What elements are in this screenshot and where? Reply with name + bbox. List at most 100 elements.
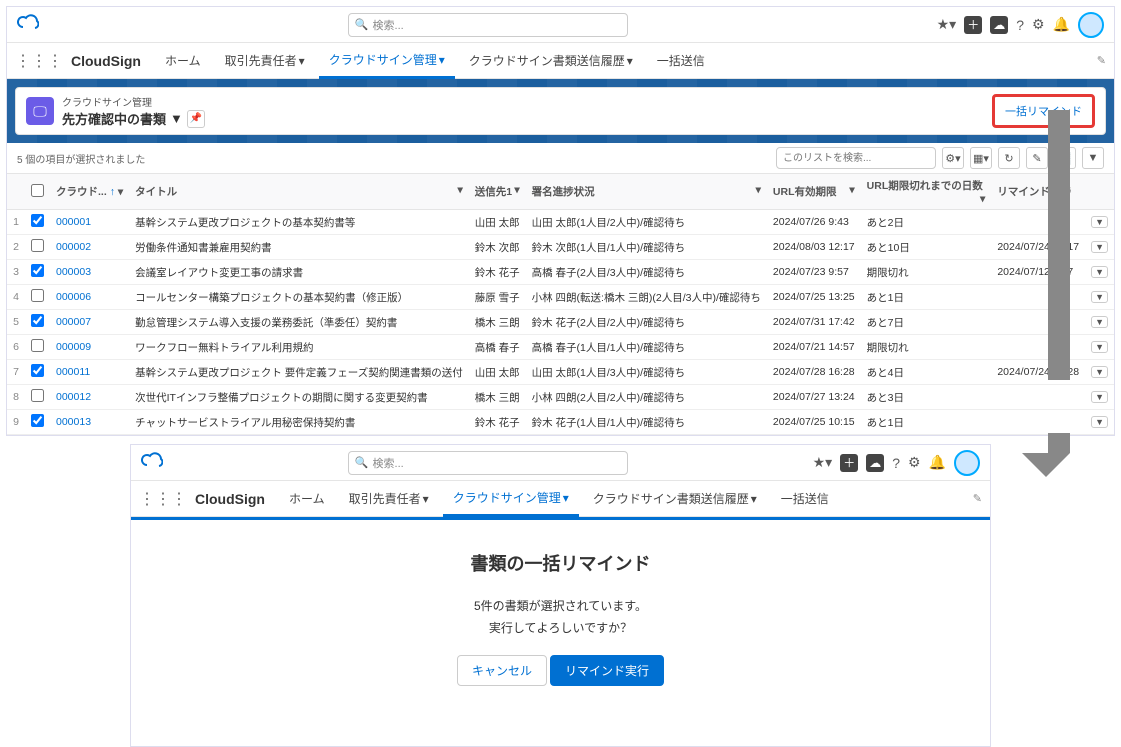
global-search[interactable]: 🔍 検索... [348, 13, 628, 37]
bulk-remind-button[interactable]: 一括リマインド [992, 94, 1095, 128]
remind-execute-button[interactable]: リマインド実行 [550, 655, 664, 686]
doc-id-link[interactable]: 000006 [56, 291, 91, 303]
col-remind-dt[interactable]: リマインド日時 [991, 174, 1085, 210]
tab-cloudsign-mgmt[interactable]: クラウドサイン管理 ▾ [319, 43, 455, 79]
doc-id-link[interactable]: 000012 [56, 391, 91, 403]
confirm-title: 書類の一括リマインド [131, 550, 990, 576]
table-row: 5000007勤怠管理システム導入支援の業務委託（準委任）契約書橋木 三朗鈴木 … [7, 310, 1114, 335]
global-search[interactable]: 🔍 検索... [348, 451, 628, 475]
refresh-button[interactable]: ↻ [998, 147, 1020, 169]
gear-icon[interactable]: ⚙ [908, 454, 921, 471]
tab-home[interactable]: ホーム [155, 44, 211, 77]
pencil-icon[interactable]: ✎ [973, 492, 982, 505]
tab-contacts[interactable]: 取引先責任者 ▾ [339, 482, 439, 515]
row-checkbox[interactable] [31, 414, 44, 427]
help-icon[interactable]: ? [1016, 17, 1024, 33]
avatar[interactable] [954, 450, 980, 476]
app-launcher-icon[interactable]: ⋮⋮⋮ [139, 489, 187, 509]
row-menu-button[interactable]: ▼ [1091, 216, 1108, 228]
row-menu-button[interactable]: ▼ [1091, 266, 1108, 278]
doc-id-link[interactable]: 000009 [56, 341, 91, 353]
edit-button[interactable]: ✎ [1026, 147, 1048, 169]
doc-title: 基幹システム更改プロジェクト 要件定義フェーズ契約関連書類の送付 [129, 360, 469, 385]
gear-icon[interactable]: ⚙ [1032, 16, 1045, 33]
add-icon[interactable]: ＋ [840, 454, 858, 472]
filter-button[interactable]: ▼ [1082, 147, 1104, 169]
tab-bulk-send[interactable]: 一括送信 [647, 44, 715, 77]
col-cloud-id[interactable]: クラウド... ↑ ▾ [50, 174, 129, 210]
cloud-app-icon[interactable]: ☁ [866, 454, 884, 472]
row-number: 6 [7, 335, 25, 360]
row-menu-button[interactable]: ▼ [1091, 341, 1108, 353]
row-checkbox[interactable] [31, 214, 44, 227]
col-title[interactable]: タイトル ▾ [129, 174, 469, 210]
row-checkbox[interactable] [31, 364, 44, 377]
row-checkbox[interactable] [31, 389, 44, 402]
days-left: あと10日 [861, 235, 992, 260]
row-checkbox[interactable] [31, 264, 44, 277]
list-search-input[interactable] [776, 147, 936, 169]
pin-icon[interactable]: 📌 [187, 110, 205, 128]
star-icon[interactable]: ★▾ [937, 16, 957, 33]
doc-id-link[interactable]: 000011 [56, 366, 90, 378]
avatar[interactable] [1078, 12, 1104, 38]
table-row: 4000006コールセンター構築プロジェクトの基本契約書（修正版）藤原 雪子小林… [7, 285, 1114, 310]
sign-status: 高橋 春子(2人目/3人中)/確認待ち [526, 260, 767, 285]
table-row: 9000013チャットサービストライアル用秘密保持契約書鈴木 花子鈴木 花子(1… [7, 410, 1114, 435]
row-menu-button[interactable]: ▼ [1091, 391, 1108, 403]
doc-id-link[interactable]: 000013 [56, 416, 91, 428]
col-recipient[interactable]: 送信先1 ▾ [469, 174, 526, 210]
col-days-left[interactable]: URL期限切れまでの日数 ▾ [861, 174, 992, 210]
row-menu-button[interactable]: ▼ [1091, 241, 1108, 253]
document-table: クラウド... ↑ ▾ タイトル ▾ 送信先1 ▾ 署名進捗状況 ▾ URL有効… [7, 173, 1114, 435]
col-status[interactable]: 署名進捗状況 ▾ [526, 174, 767, 210]
tab-home[interactable]: ホーム [279, 482, 335, 515]
doc-id-link[interactable]: 000002 [56, 241, 91, 253]
tab-bulk-send[interactable]: 一括送信 [771, 482, 839, 515]
doc-id-link[interactable]: 000007 [56, 316, 91, 328]
remind-datetime: 2024/07/24 16:28 [991, 360, 1085, 385]
display-grid-button[interactable]: ▦▾ [970, 147, 992, 169]
tab-send-history[interactable]: クラウドサイン書類送信履歴 ▾ [583, 482, 767, 515]
remind-datetime [991, 410, 1085, 435]
row-menu-button[interactable]: ▼ [1091, 366, 1108, 378]
doc-id-link[interactable]: 000001 [56, 216, 91, 228]
cloud-app-icon[interactable]: ☁ [990, 16, 1008, 34]
remind-datetime [991, 385, 1085, 410]
url-expiry: 2024/07/31 17:42 [767, 310, 861, 335]
view-title[interactable]: 先方確認中の書類 ▼ 📌 [62, 109, 205, 128]
sign-status: 高橋 春子(1人目/1人中)/確認待ち [526, 335, 767, 360]
row-menu-button[interactable]: ▼ [1091, 416, 1108, 428]
cancel-button[interactable]: キャンセル [457, 655, 547, 686]
bell-icon[interactable]: 🔔 [929, 454, 946, 471]
table-row: 1000001基幹システム更改プロジェクトの基本契約書等山田 太郎山田 太郎(1… [7, 210, 1114, 235]
chevron-down-icon: ▾ [423, 492, 429, 506]
row-checkbox[interactable] [31, 289, 44, 302]
row-checkbox[interactable] [31, 239, 44, 252]
sign-status: 小林 四朗(転送:橋木 三朗)(2人目/3人中)/確認待ち [526, 285, 767, 310]
recipient: 橋木 三朗 [469, 385, 526, 410]
chevron-down-icon: ▾ [563, 491, 569, 505]
tab-cloudsign-mgmt[interactable]: クラウドサイン管理 ▾ [443, 481, 579, 517]
pencil-icon[interactable]: ✎ [1097, 54, 1106, 67]
tab-send-history[interactable]: クラウドサイン書類送信履歴 ▾ [459, 44, 643, 77]
add-icon[interactable]: ＋ [964, 16, 982, 34]
doc-id-link[interactable]: 000003 [56, 266, 91, 278]
app-launcher-icon[interactable]: ⋮⋮⋮ [15, 51, 63, 71]
doc-title: 基幹システム更改プロジェクトの基本契約書等 [129, 210, 469, 235]
list-settings-button[interactable]: ⚙▾ [942, 147, 964, 169]
row-menu-button[interactable]: ▼ [1091, 291, 1108, 303]
recipient: 鈴木 次郎 [469, 235, 526, 260]
bell-icon[interactable]: 🔔 [1053, 16, 1070, 33]
row-checkbox[interactable] [31, 339, 44, 352]
doc-title: コールセンター構築プロジェクトの基本契約書（修正版） [129, 285, 469, 310]
row-menu-button[interactable]: ▼ [1091, 316, 1108, 328]
row-checkbox[interactable] [31, 314, 44, 327]
chevron-down-icon: ▾ [751, 492, 757, 506]
doc-title: ワークフロー無料トライアル利用規約 [129, 335, 469, 360]
tab-contacts[interactable]: 取引先責任者 ▾ [215, 44, 315, 77]
select-all-checkbox[interactable] [31, 184, 44, 197]
help-icon[interactable]: ? [892, 455, 900, 471]
star-icon[interactable]: ★▾ [813, 454, 833, 471]
col-url-expiry[interactable]: URL有効期限 ▾ [767, 174, 861, 210]
